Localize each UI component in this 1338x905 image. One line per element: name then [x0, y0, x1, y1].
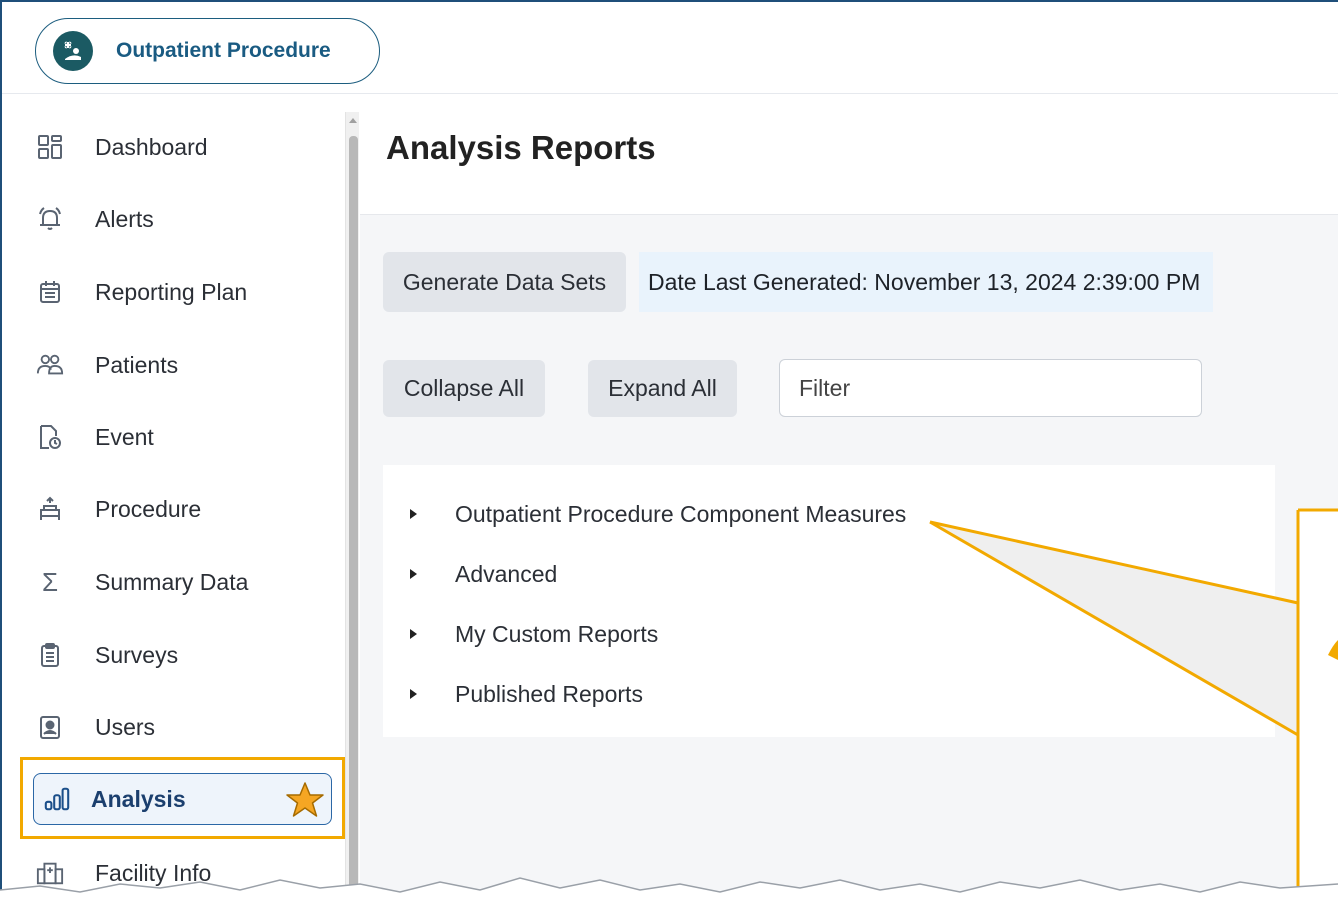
app-title: Outpatient Procedure [116, 39, 331, 62]
scrollbar-thumb[interactable] [349, 136, 358, 905]
tree-node-my-custom-reports[interactable]: My Custom Reports [410, 617, 658, 651]
sidebar-item-dashboard[interactable]: Dashboard [36, 127, 208, 167]
expand-all-button[interactable]: Expand All [588, 360, 737, 417]
favorite-star-icon[interactable] [285, 780, 325, 820]
expand-arrow-icon[interactable] [410, 509, 417, 519]
sidebar-item-label: Facility Info [95, 859, 212, 886]
expand-arrow-icon[interactable] [410, 569, 417, 579]
sidebar-item-event[interactable]: Event [36, 417, 154, 457]
tree-node-label: My Custom Reports [455, 620, 659, 647]
sigma-icon: Σ [41, 566, 59, 597]
date-last-generated-label: Date Last Generated: November 13, 2024 2… [639, 252, 1213, 312]
scroll-up-arrow-icon[interactable] [349, 118, 357, 123]
sidebar-item-surveys[interactable]: Surveys [36, 635, 178, 675]
sidebar-item-label: Event [95, 423, 154, 450]
sidebar-item-facility-info[interactable]: Facility Info [36, 853, 211, 893]
document-clock-icon [36, 423, 64, 451]
building-icon [36, 859, 64, 887]
tree-node-label: Published Reports [455, 680, 643, 707]
sidebar-item-patients[interactable]: Patients [36, 345, 178, 385]
sidebar-item-label: Dashboard [95, 133, 208, 160]
tree-node-label: Advanced [455, 560, 558, 587]
sidebar-item-users[interactable]: Users [36, 707, 155, 747]
sidebar-item-label: Patients [95, 351, 179, 378]
calendar-icon [36, 278, 64, 306]
sidebar-item-label: Surveys [95, 641, 179, 668]
app-switcher-button[interactable]: Outpatient Procedure [35, 18, 380, 84]
page-title-bar: Analysis Reports [360, 95, 1338, 215]
expand-arrow-icon[interactable] [410, 689, 417, 699]
app-header: Outpatient Procedure [2, 2, 1338, 94]
procedure-bed-icon [36, 495, 64, 523]
collapse-all-button[interactable]: Collapse All [383, 360, 545, 417]
expand-arrow-icon[interactable] [410, 629, 417, 639]
sidebar-scrollbar[interactable] [345, 112, 359, 905]
generate-data-sets-button[interactable]: Generate Data Sets [383, 252, 626, 312]
clipboard-list-icon [36, 641, 64, 669]
dashboard-grid-icon [36, 133, 64, 161]
sidebar-item-label: Users [95, 713, 156, 740]
sidebar-item-summary-data[interactable]: Σ Summary Data [36, 562, 248, 602]
main-content: Analysis Reports Generate Data Sets Date… [360, 95, 1338, 905]
tree-node-outpatient-procedure-component-measures[interactable]: Outpatient Procedure Component Measures [410, 497, 906, 531]
sidebar-item-alerts[interactable]: Alerts [36, 199, 154, 239]
report-tree: Outpatient Procedure Component Measures … [383, 465, 1275, 737]
bar-chart-icon [43, 785, 71, 813]
sidebar-item-label: Reporting Plan [95, 278, 248, 305]
outpatient-procedure-logo-icon [53, 31, 93, 71]
sidebar-item-label: Analysis [91, 785, 186, 812]
sidebar-item-analysis[interactable]: Analysis [33, 773, 332, 825]
sidebar-item-label: Alerts [95, 205, 154, 232]
user-badge-icon [36, 713, 64, 741]
people-icon [36, 351, 64, 379]
sidebar-item-label: Procedure [95, 495, 202, 522]
page-title: Analysis Reports [386, 129, 656, 166]
tree-node-label: Outpatient Procedure Component Measures [455, 500, 907, 527]
tree-node-advanced[interactable]: Advanced [410, 557, 557, 591]
bell-icon [36, 205, 64, 233]
filter-input[interactable] [779, 359, 1202, 417]
sidebar-item-label: Summary Data [95, 568, 249, 595]
sidebar-item-procedure[interactable]: Procedure [36, 489, 201, 529]
tree-node-published-reports[interactable]: Published Reports [410, 677, 643, 711]
sidebar-item-reporting-plan[interactable]: Reporting Plan [36, 272, 247, 312]
